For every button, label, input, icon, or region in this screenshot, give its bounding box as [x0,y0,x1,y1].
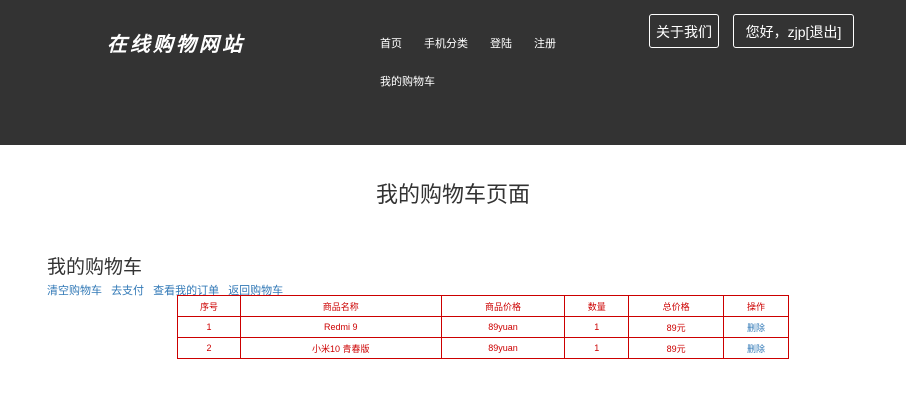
cell-name: 小米10 青春版 [239,337,442,359]
cell-total: 89元 [628,337,725,359]
cell-name: Redmi 9 [239,316,442,338]
cell-quantity: 1 [564,316,630,338]
cell-index: 1 [177,316,241,338]
nav-phone-category[interactable]: 手机分类 [424,35,468,51]
clear-cart-link[interactable]: 清空购物车 [47,285,102,297]
site-logo[interactable]: 在线购物网站 [107,28,245,57]
col-header-action: 操作 [723,295,789,317]
col-header-name: 商品名称 [239,295,442,317]
col-header-price: 商品价格 [440,295,566,317]
site-header: 在线购物网站 首页 手机分类 登陆 注册 我的购物车 关于我们 您好，zjp[退… [0,0,906,145]
nav-register[interactable]: 注册 [534,35,556,51]
table-header-row: 序号 商品名称 商品价格 数量 总价格 操作 [177,295,789,317]
nav-my-cart[interactable]: 我的购物车 [380,73,435,89]
delete-link[interactable]: 删除 [723,337,789,359]
cell-price: 89yuan [440,337,566,359]
page-title: 我的购物车页面 [375,182,530,207]
pay-link[interactable]: 去支付 [111,285,144,297]
col-header-index: 序号 [177,295,241,317]
cart-table: 序号 商品名称 商品价格 数量 总价格 操作 1 Redmi 9 89yuan … [177,295,789,359]
nav-login[interactable]: 登陆 [490,35,512,51]
delete-link[interactable]: 删除 [723,316,789,338]
cell-index: 2 [177,337,241,359]
table-row: 1 Redmi 9 89yuan 1 89元 删除 [177,316,789,338]
cell-total: 89元 [628,316,725,338]
cell-quantity: 1 [564,337,630,359]
user-logout-button[interactable]: 您好，zjp[退出] [733,14,854,48]
col-header-quantity: 数量 [564,295,630,317]
about-us-button[interactable]: 关于我们 [649,14,719,48]
nav-home[interactable]: 首页 [380,35,402,51]
cell-price: 89yuan [440,316,566,338]
cart-heading: 我的购物车 [47,257,143,278]
table-row: 2 小米10 青春版 89yuan 1 89元 删除 [177,337,789,359]
col-header-total: 总价格 [628,295,725,317]
